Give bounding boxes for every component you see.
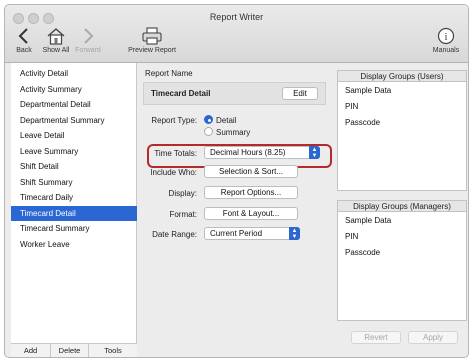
- sidebar-button-bar: Add Delete Tools: [11, 343, 137, 357]
- preview-report-button[interactable]: Preview Report: [125, 27, 179, 54]
- list-item[interactable]: PIN: [345, 102, 358, 111]
- list-item[interactable]: Sample Data: [345, 216, 391, 225]
- sidebar-item-timecard-summary[interactable]: Timecard Summary: [11, 221, 137, 237]
- show-all-button[interactable]: Show All: [40, 27, 72, 54]
- chevron-left-icon: [18, 28, 28, 44]
- summary-radio[interactable]: [204, 127, 213, 136]
- report-name-box: Timecard Detail Edit: [143, 82, 326, 105]
- sidebar-item-leave-summary[interactable]: Leave Summary: [11, 144, 137, 160]
- edit-button[interactable]: Edit: [282, 87, 318, 100]
- sidebar-item-activity-detail[interactable]: Activity Detail: [11, 66, 137, 82]
- svg-text:i: i: [445, 32, 448, 43]
- add-button[interactable]: Add: [11, 344, 51, 357]
- selection-sort-button[interactable]: Selection & Sort...: [204, 165, 298, 178]
- detail-radio-label: Detail: [216, 116, 237, 125]
- summary-radio-label: Summary: [216, 128, 251, 137]
- popup-arrows-icon: ▲ ▼: [309, 146, 320, 159]
- display-label: Display:: [168, 189, 197, 198]
- back-button[interactable]: Back: [13, 27, 35, 54]
- sidebar-item-shift-detail[interactable]: Shift Detail: [11, 159, 137, 175]
- window-title: Report Writer: [209, 12, 264, 22]
- date-range-value: Current Period: [210, 229, 263, 238]
- report-type-label: Report Type:: [151, 116, 197, 125]
- time-totals-label: Time Totals:: [154, 149, 197, 158]
- tools-button[interactable]: Tools: [89, 344, 137, 357]
- sidebar-item-departmental-summary[interactable]: Departmental Summary: [11, 113, 137, 129]
- time-totals-popup[interactable]: Decimal Hours (8.25) ▲ ▼: [204, 146, 320, 159]
- groups-managers-list: Sample Data PIN Passcode: [337, 212, 467, 321]
- chevron-right-icon: [84, 28, 94, 44]
- house-icon: [47, 28, 65, 45]
- sidebar-item-activity-summary[interactable]: Activity Summary: [11, 82, 137, 98]
- show-all-label: Show All: [42, 47, 70, 54]
- groups-users-list: Sample Data PIN Passcode: [337, 82, 467, 191]
- report-name-value: Timecard Detail: [151, 89, 211, 98]
- sidebar-item-departmental-detail[interactable]: Departmental Detail: [11, 97, 137, 113]
- revert-button[interactable]: Revert: [351, 331, 401, 344]
- info-icon: i: [437, 27, 455, 45]
- forward-label: Forward: [75, 47, 101, 54]
- delete-button[interactable]: Delete: [51, 344, 89, 357]
- printer-icon: [142, 27, 162, 45]
- apply-button[interactable]: Apply: [408, 331, 458, 344]
- popup-arrows-icon: ▲ ▼: [289, 227, 300, 240]
- detail-radio[interactable]: [204, 115, 213, 124]
- back-label: Back: [16, 47, 32, 54]
- report-writer-window: Report Writer Back Show All Forward Prev…: [4, 4, 469, 358]
- preview-report-label: Preview Report: [128, 47, 176, 54]
- list-item[interactable]: PIN: [345, 232, 358, 241]
- list-item[interactable]: Sample Data: [345, 86, 391, 95]
- manuals-button[interactable]: i Manuals: [430, 27, 462, 54]
- sidebar-item-leave-detail[interactable]: Leave Detail: [11, 128, 137, 144]
- date-range-label: Date Range:: [152, 230, 197, 239]
- report-list: Activity Detail Activity Summary Departm…: [11, 63, 137, 343]
- report-options-button[interactable]: Report Options...: [204, 186, 298, 199]
- groups-users-header: Display Groups (Users): [337, 70, 467, 82]
- list-item[interactable]: Passcode: [345, 248, 380, 257]
- sidebar-item-timecard-daily[interactable]: Timecard Daily: [11, 190, 137, 206]
- manuals-label: Manuals: [432, 47, 460, 54]
- date-range-popup[interactable]: Current Period ▲ ▼: [204, 227, 300, 240]
- font-layout-button[interactable]: Font & Layout...: [204, 207, 298, 220]
- format-label: Format:: [169, 210, 197, 219]
- toolbar: Report Writer Back Show All Forward Prev…: [5, 5, 468, 63]
- groups-managers-header: Display Groups (Managers): [337, 200, 467, 212]
- forward-button[interactable]: Forward: [73, 27, 103, 54]
- report-name-label: Report Name: [145, 69, 193, 78]
- sidebar-item-timecard-detail[interactable]: Timecard Detail: [11, 205, 137, 221]
- time-totals-value: Decimal Hours (8.25): [210, 148, 286, 157]
- list-item[interactable]: Passcode: [345, 118, 380, 127]
- include-who-label: Include Who:: [150, 168, 197, 177]
- sidebar-item-shift-summary[interactable]: Shift Summary: [11, 175, 137, 191]
- sidebar-item-worker-leave[interactable]: Worker Leave: [11, 237, 137, 253]
